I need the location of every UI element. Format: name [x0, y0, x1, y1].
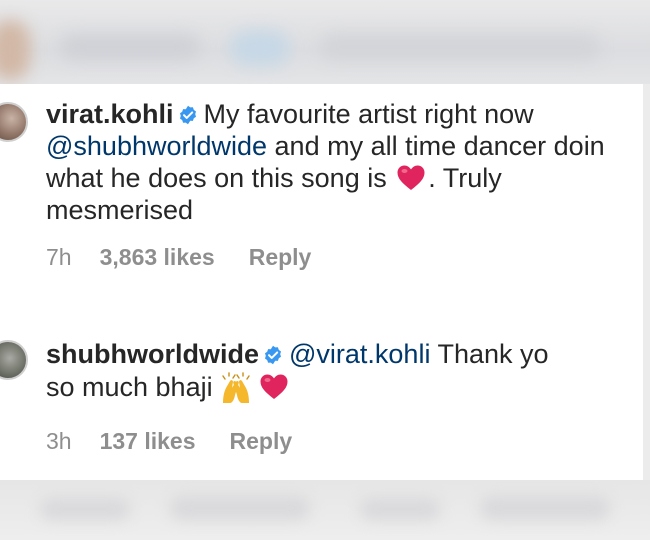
avatar[interactable] — [0, 340, 28, 380]
reply-button[interactable]: Reply — [230, 428, 293, 454]
comment-body-line-3: what he does on this song is — [46, 163, 387, 193]
comment-body-line-1: My favourite artist right now — [203, 99, 534, 129]
blurred-footer-background — [0, 480, 650, 540]
comment-body-line-2: and my all time dancer doin — [267, 131, 605, 161]
red-heart-emoji-icon — [260, 374, 288, 399]
comment-body-line-2: so much bhaji — [46, 372, 213, 402]
comment-meta: 3h 137 likes Reply — [46, 428, 320, 455]
comment-timestamp: 3h — [46, 428, 72, 454]
blurred-header-background — [0, 0, 650, 84]
raising-hands-emoji-icon — [221, 372, 250, 403]
comment-body-line-1: Thank yo — [430, 339, 549, 369]
comment-username[interactable]: shubhworldwide — [46, 339, 259, 369]
avatar[interactable] — [0, 102, 28, 142]
mention-link[interactable]: @virat.kohli — [289, 339, 430, 369]
comment-body-line-3-end: . Truly — [428, 163, 502, 193]
comment-text: virat.kohli My favourite artist right no… — [46, 98, 643, 226]
reply-button[interactable]: Reply — [249, 244, 312, 270]
comment-text: shubhworldwide @virat.kohli Thank yo so … — [46, 338, 643, 403]
likes-count[interactable]: 137 likes — [100, 428, 196, 454]
mention-link[interactable]: @shubhworldwide — [46, 131, 267, 161]
verified-badge-icon — [265, 345, 281, 365]
verified-badge-icon — [179, 105, 196, 125]
comment-meta: 7h 3,863 likes Reply — [46, 244, 339, 271]
comment-timestamp: 7h — [46, 244, 72, 270]
red-heart-emoji-icon — [397, 165, 425, 190]
comments-panel: virat.kohli My favourite artist right no… — [0, 84, 643, 480]
comment-body-line-4: mesmerised — [46, 195, 194, 225]
comment-username[interactable]: virat.kohli — [46, 99, 174, 129]
likes-count[interactable]: 3,863 likes — [100, 244, 215, 270]
